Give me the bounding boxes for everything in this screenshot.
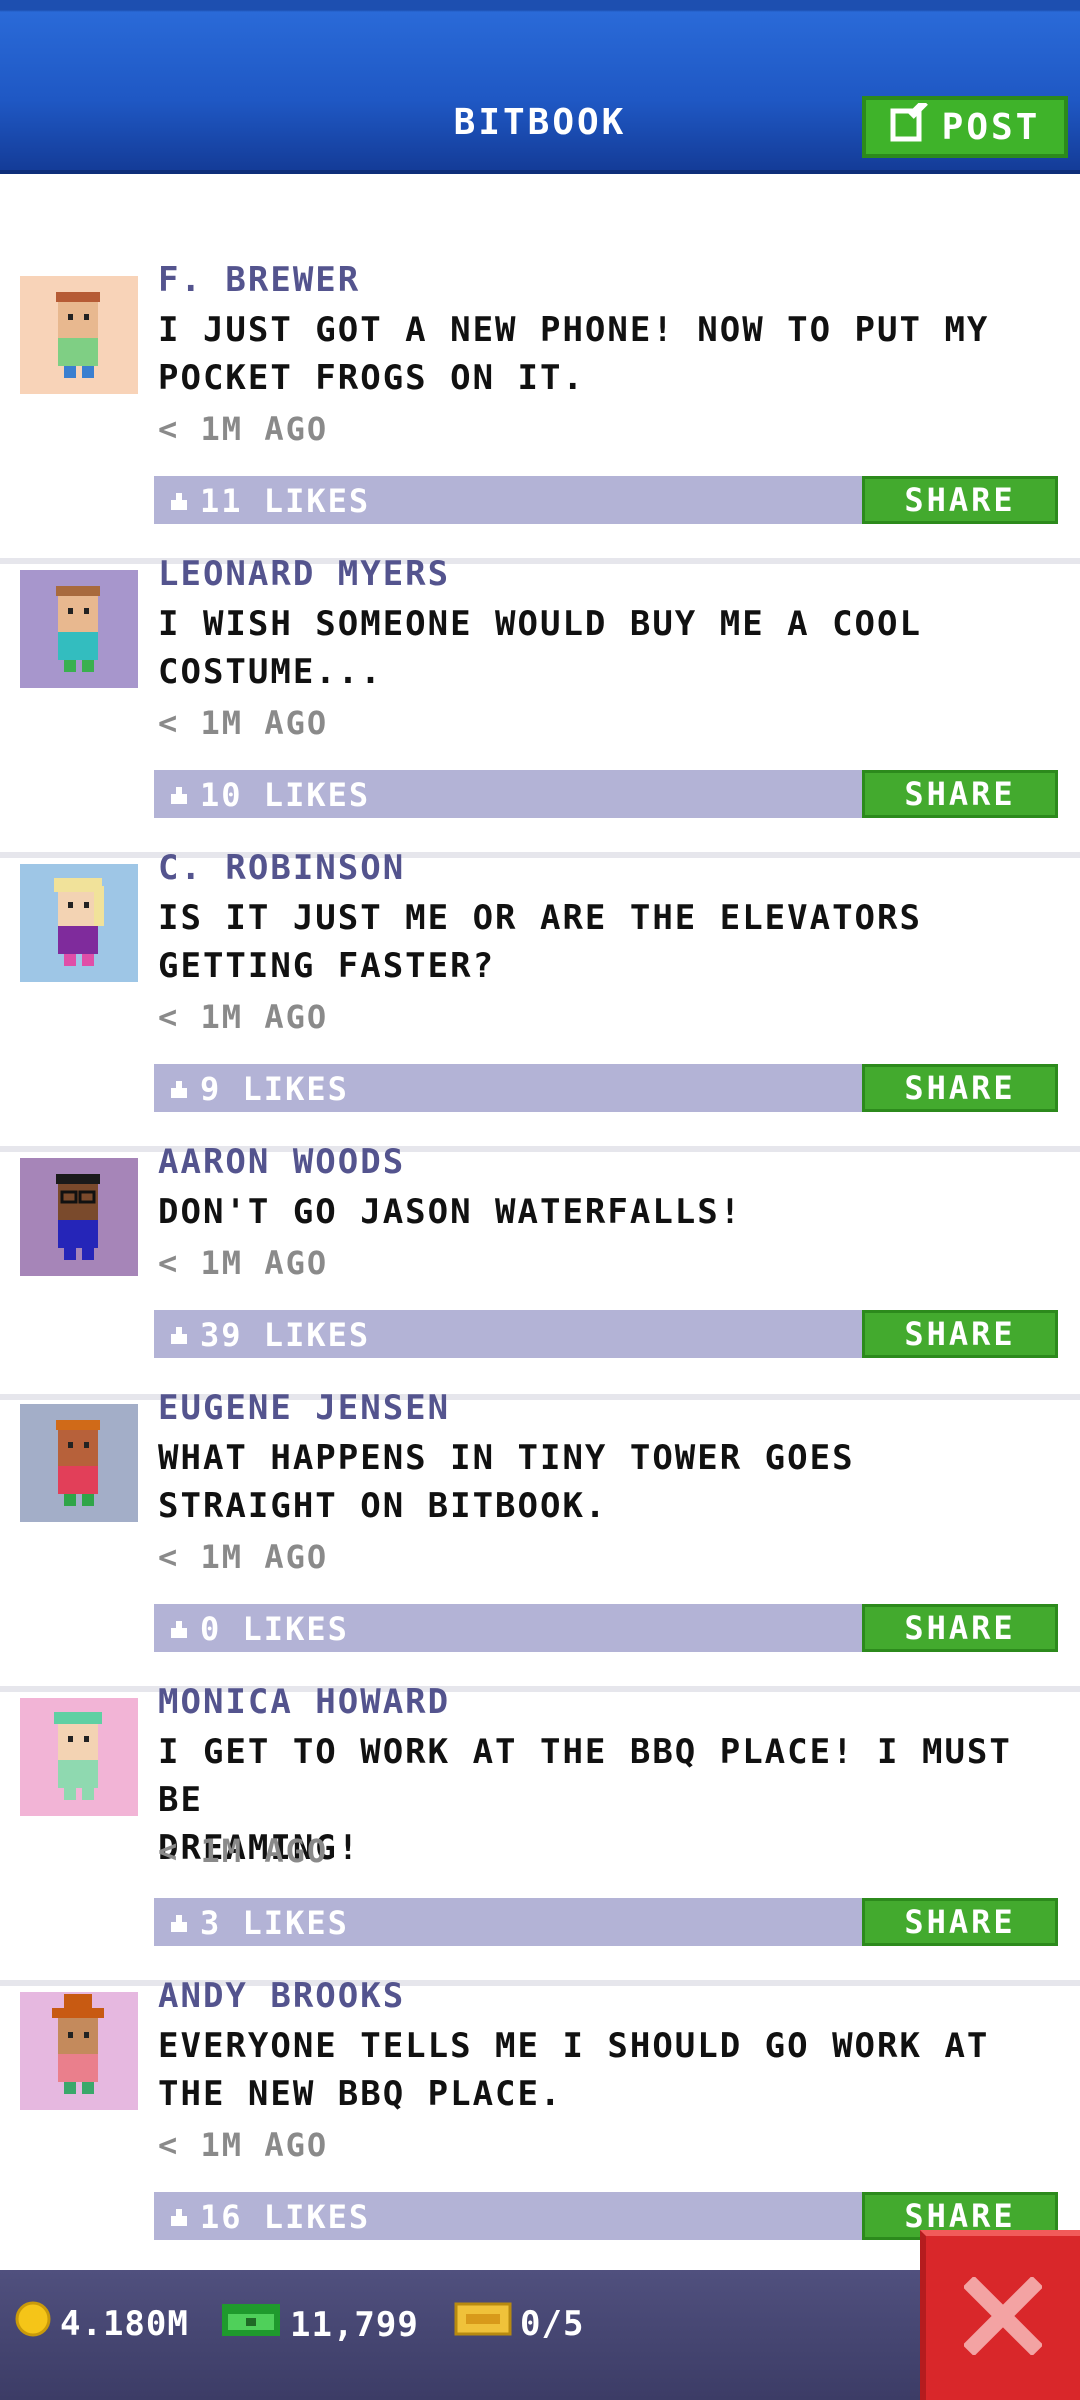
likes-count[interactable]: 0 LIKES: [200, 1610, 349, 1648]
post-author[interactable]: C. ROBINSON: [158, 848, 405, 888]
likes-count[interactable]: 9 LIKES: [200, 1070, 349, 1108]
thumb-icon: [168, 1610, 190, 1648]
likes-bar: 9 LIKES SHARE: [154, 1064, 1058, 1112]
avatar: [20, 1992, 138, 2110]
thumb-icon: [168, 482, 190, 520]
post-time: < 1M AGO: [158, 704, 329, 742]
likes-count[interactable]: 39 LIKES: [200, 1316, 370, 1354]
avatar: [20, 1698, 138, 1816]
likes-count[interactable]: 16 LIKES: [200, 2198, 370, 2236]
post-author[interactable]: ANDY BROOKS: [158, 1976, 405, 2016]
post-message: I WISH SOMEONE WOULD BUY ME A COOL COSTUM…: [158, 604, 922, 692]
app-header: BITBOOK POST: [0, 0, 1080, 174]
likes-bar: 3 LIKES SHARE: [154, 1898, 1058, 1946]
share-button[interactable]: SHARE: [862, 1064, 1058, 1112]
post-message: EVERYONE TELLS ME I SHOULD GO WORK AT THE…: [158, 2026, 990, 2114]
currency-bar: 4.180M 11,799 0/5: [0, 2270, 1080, 2400]
post-button[interactable]: POST: [862, 96, 1068, 158]
feed-post: EUGENE JENSEN WHAT HAPPENS IN TINY TOWER…: [0, 1388, 1080, 1692]
close-icon: [962, 2275, 1044, 2359]
likes-bar: 0 LIKES SHARE: [154, 1604, 1058, 1652]
likes-bar: 10 LIKES SHARE: [154, 770, 1058, 818]
post-message: WHAT HAPPENS IN TINY TOWER GOES STRAIGHT …: [158, 1438, 855, 1526]
post-author[interactable]: MONICA HOWARD: [158, 1682, 450, 1722]
share-button[interactable]: SHARE: [862, 1310, 1058, 1358]
feed-post: MONICA HOWARD I GET TO WORK AT THE BBQ P…: [0, 1682, 1080, 1986]
bux-value: 11,799: [290, 2304, 419, 2345]
share-button[interactable]: SHARE: [862, 476, 1058, 524]
bitbook-feed[interactable]: F. BREWER I JUST GOT A NEW PHONE! NOW TO…: [0, 176, 1080, 2266]
feed-post: ANDY BROOKS EVERYONE TELLS ME I SHOULD G…: [0, 1976, 1080, 2266]
coin-icon: [14, 2300, 52, 2347]
post-time: < 1M AGO: [158, 1538, 329, 1576]
post-time: < 1M AGO: [158, 2126, 329, 2164]
post-author[interactable]: EUGENE JENSEN: [158, 1388, 450, 1428]
likes-bar: 11 LIKES SHARE: [154, 476, 1058, 524]
post-time: < 1M AGO: [158, 410, 329, 448]
feed-post: LEONARD MYERS I WISH SOMEONE WOULD BUY M…: [0, 554, 1080, 858]
thumb-icon: [168, 1316, 190, 1354]
post-message: I JUST GOT A NEW PHONE! NOW TO PUT MY POC…: [158, 310, 990, 398]
likes-count[interactable]: 3 LIKES: [200, 1904, 349, 1942]
thumb-icon: [168, 1904, 190, 1942]
ticket-icon: [454, 2300, 512, 2347]
post-message: DON'T GO JASON WATERFALLS!: [158, 1192, 743, 1232]
avatar: [20, 1404, 138, 1522]
thumb-icon: [168, 776, 190, 814]
avatar: [20, 1158, 138, 1276]
post-time: < 1M AGO: [158, 998, 329, 1036]
avatar: [20, 570, 138, 688]
post-author[interactable]: LEONARD MYERS: [158, 554, 450, 594]
likes-count[interactable]: 10 LIKES: [200, 776, 370, 814]
post-author[interactable]: F. BREWER: [158, 260, 360, 300]
feed-post: F. BREWER I JUST GOT A NEW PHONE! NOW TO…: [0, 260, 1080, 564]
close-button[interactable]: [920, 2230, 1080, 2400]
edit-icon: [890, 98, 930, 152]
tickets-stat: 0/5: [454, 2300, 584, 2347]
bux-icon: [220, 2300, 282, 2349]
thumb-icon: [168, 2198, 190, 2236]
avatar: [20, 276, 138, 394]
post-message: IS IT JUST ME OR ARE THE ELEVATORS GETTIN…: [158, 898, 922, 986]
coins-value: 4.180M: [60, 2303, 189, 2344]
avatar: [20, 864, 138, 982]
bux-stat: 11,799: [220, 2300, 419, 2349]
coins-stat: 4.180M: [14, 2300, 189, 2347]
share-button[interactable]: SHARE: [862, 1604, 1058, 1652]
share-button[interactable]: SHARE: [862, 770, 1058, 818]
post-time: < 1M AGO: [158, 1832, 329, 1870]
feed-post: AARON WOODS DON'T GO JASON WATERFALLS! <…: [0, 1142, 1080, 1400]
post-author[interactable]: AARON WOODS: [158, 1142, 405, 1182]
post-time: < 1M AGO: [158, 1244, 329, 1282]
tickets-value: 0/5: [520, 2303, 585, 2344]
post-button-label: POST: [941, 106, 1041, 148]
thumb-icon: [168, 1070, 190, 1108]
likes-bar: 39 LIKES SHARE: [154, 1310, 1058, 1358]
feed-post: C. ROBINSON IS IT JUST ME OR ARE THE ELE…: [0, 848, 1080, 1152]
share-button[interactable]: SHARE: [862, 1898, 1058, 1946]
likes-count[interactable]: 11 LIKES: [200, 482, 370, 520]
